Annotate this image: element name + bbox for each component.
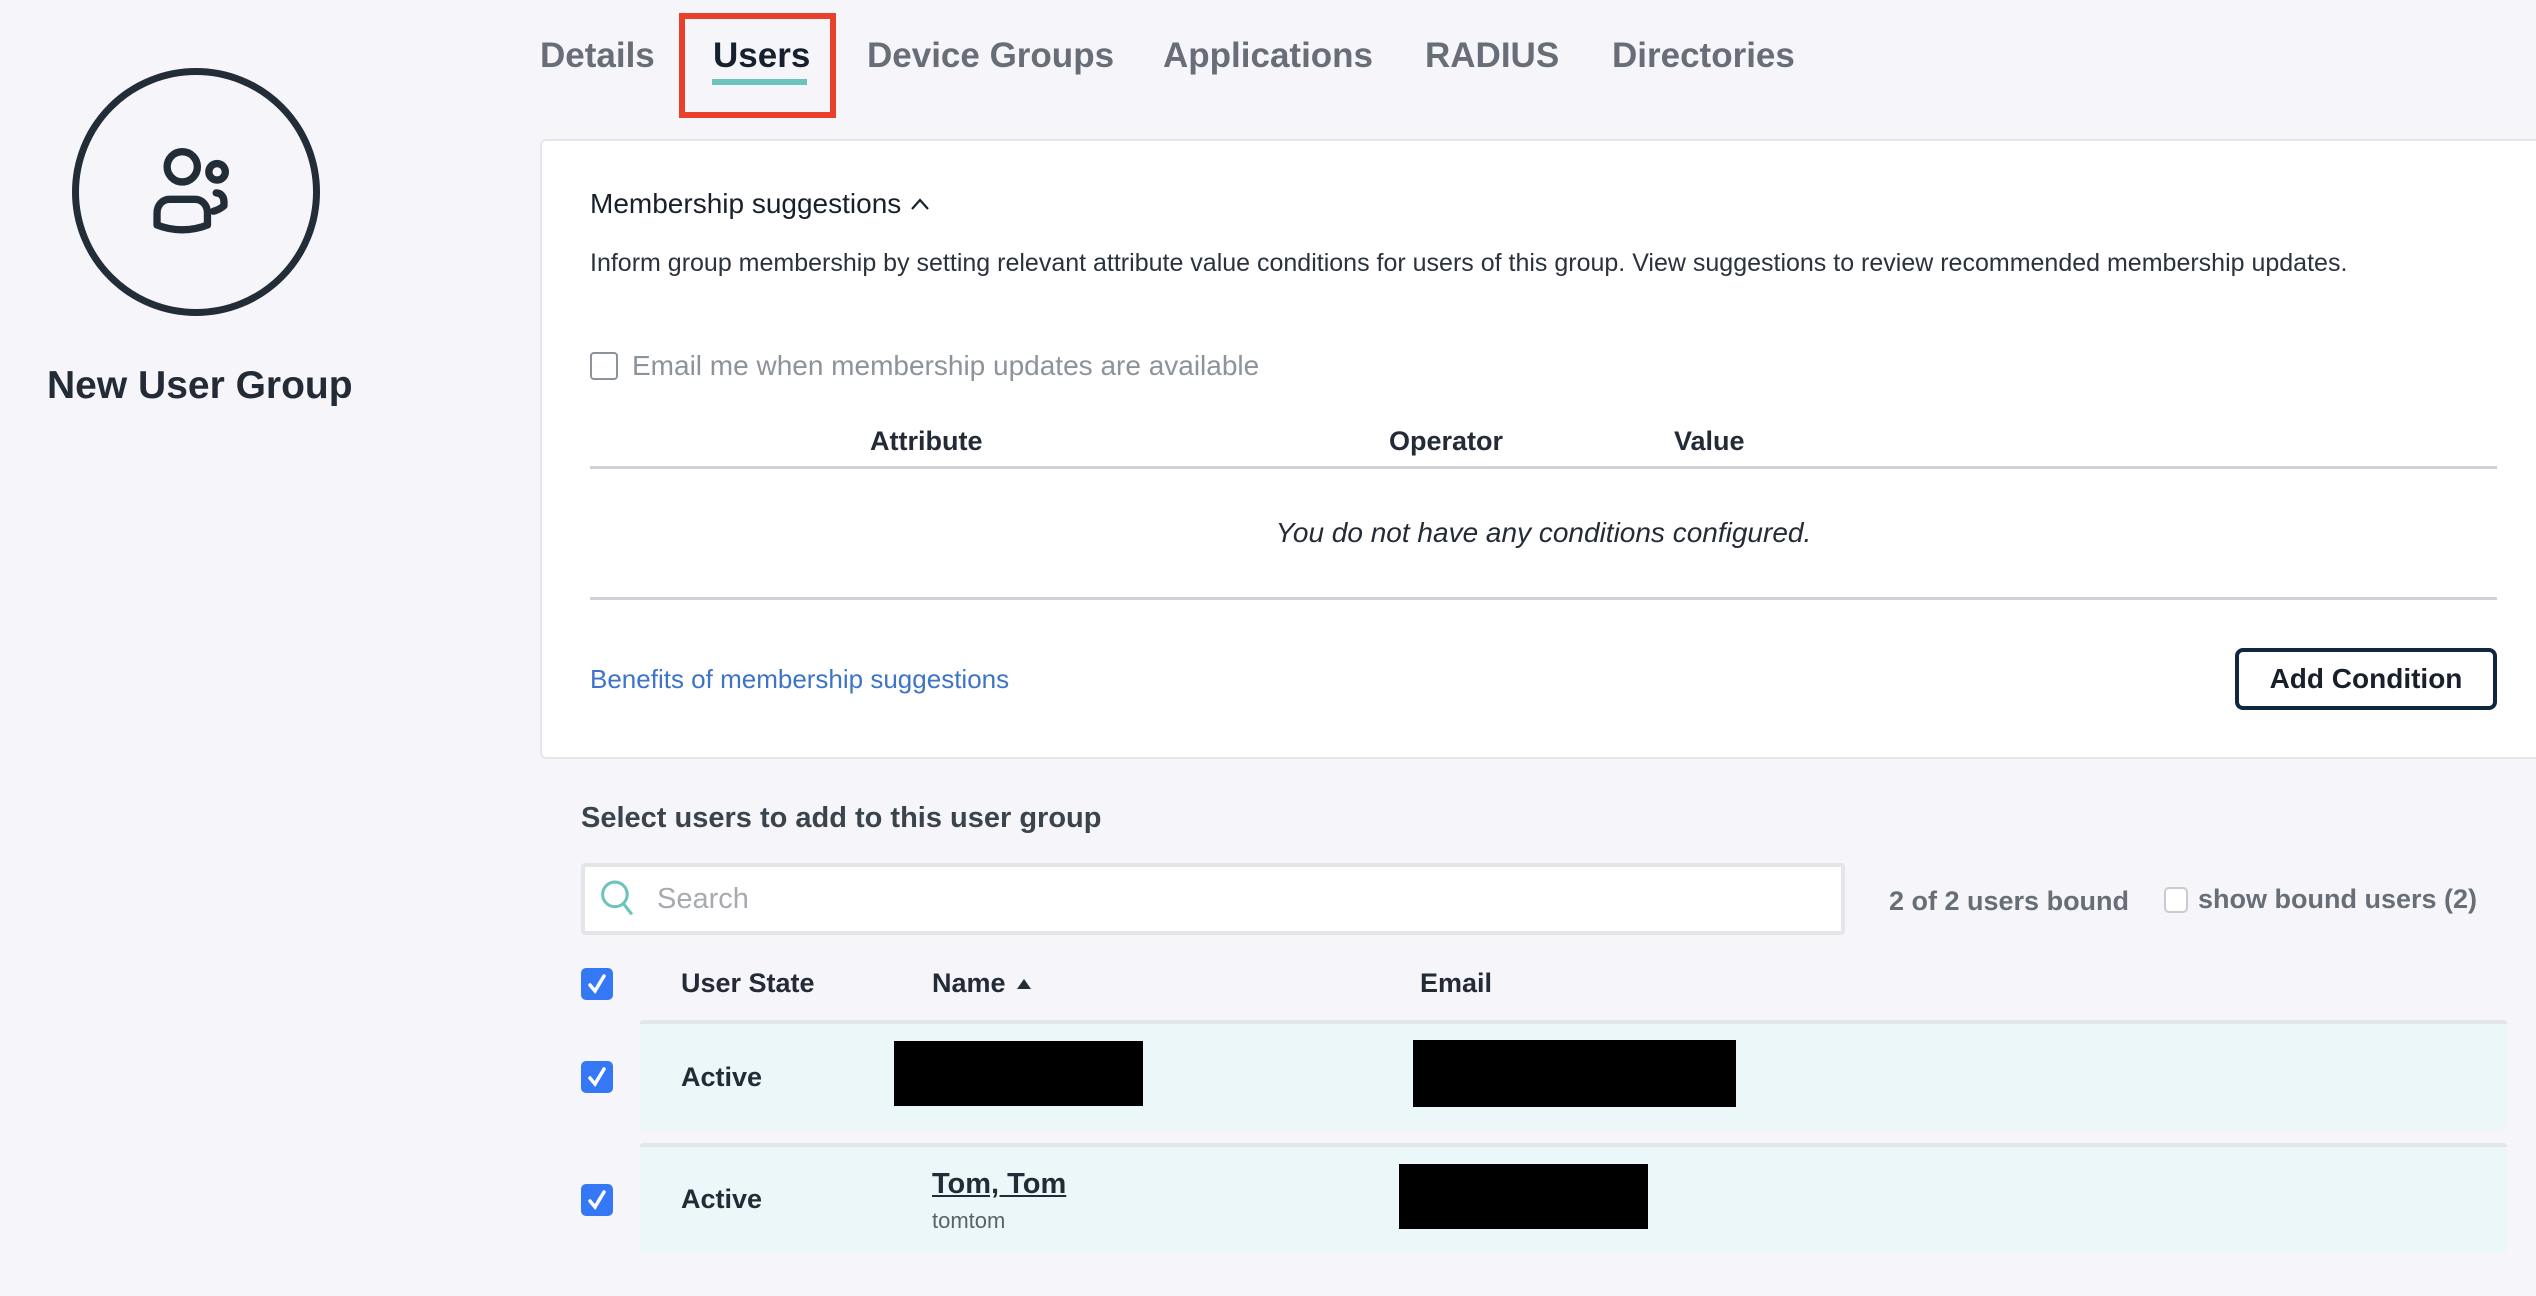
divider: [590, 466, 2497, 469]
column-header-user-state[interactable]: User State: [681, 968, 815, 999]
redacted-email: [1413, 1040, 1736, 1107]
tab-details[interactable]: Details: [540, 36, 655, 76]
redacted-name: [894, 1041, 1143, 1106]
search-field[interactable]: [581, 863, 1845, 935]
column-header-operator: Operator: [1389, 426, 1504, 456]
chevron-up-icon: [911, 198, 930, 210]
membership-description: Inform group membership by setting relev…: [590, 249, 2348, 277]
user-name-link[interactable]: Tom, Tom: [932, 1168, 1066, 1201]
add-condition-button[interactable]: Add Condition: [2235, 648, 2497, 710]
user-username: tomtom: [932, 1208, 1006, 1233]
tab-device-groups[interactable]: Device Groups: [867, 36, 1114, 76]
membership-suggestions-title: Membership suggestions: [590, 188, 902, 219]
show-bound-users-label: show bound users (2): [2198, 884, 2478, 914]
email-updates-option[interactable]: Email me when membership updates are ava…: [590, 350, 1259, 382]
show-bound-users-option[interactable]: show bound users (2): [2164, 884, 2477, 915]
highlight-box: [679, 13, 836, 118]
show-bound-users-checkbox[interactable]: [2164, 886, 2188, 913]
checkmark-icon: [588, 1067, 606, 1088]
search-icon: [601, 880, 634, 916]
checkmark-icon: [588, 974, 606, 995]
redacted-email: [1399, 1164, 1648, 1229]
column-header-name[interactable]: Name: [932, 968, 1032, 999]
divider: [590, 597, 2497, 600]
row-checkbox[interactable]: [581, 1061, 613, 1093]
column-header-value: Value: [1674, 426, 1745, 456]
sort-up-icon: [1016, 978, 1031, 989]
column-header-name-label: Name: [932, 968, 1006, 998]
row-checkbox[interactable]: [581, 1184, 613, 1216]
empty-conditions-message: You do not have any conditions configure…: [1275, 517, 1812, 548]
group-title: New User Group: [47, 364, 353, 407]
group-avatar: [72, 68, 320, 316]
email-updates-label: Email me when membership updates are ava…: [632, 350, 1260, 381]
tab-radius[interactable]: RADIUS: [1425, 36, 1559, 76]
benefits-link[interactable]: Benefits of membership suggestions: [590, 664, 1009, 695]
select-users-title: Select users to add to this user group: [581, 802, 1102, 834]
tab-applications[interactable]: Applications: [1163, 36, 1373, 76]
email-updates-checkbox[interactable]: [590, 352, 618, 380]
bound-count: 2 of 2 users bound: [1889, 886, 2130, 916]
search-input[interactable]: [655, 881, 1809, 917]
checkmark-icon: [588, 1190, 606, 1211]
tab-directories[interactable]: Directories: [1612, 36, 1795, 76]
select-all-checkbox[interactable]: [581, 968, 613, 1000]
user-state: Active: [681, 1062, 763, 1092]
user-group-icon: [153, 148, 230, 234]
membership-suggestions-toggle[interactable]: Membership suggestions: [590, 188, 931, 220]
column-header-attribute: Attribute: [870, 426, 983, 456]
column-header-email[interactable]: Email: [1420, 968, 1492, 999]
user-state: Active: [681, 1184, 763, 1214]
